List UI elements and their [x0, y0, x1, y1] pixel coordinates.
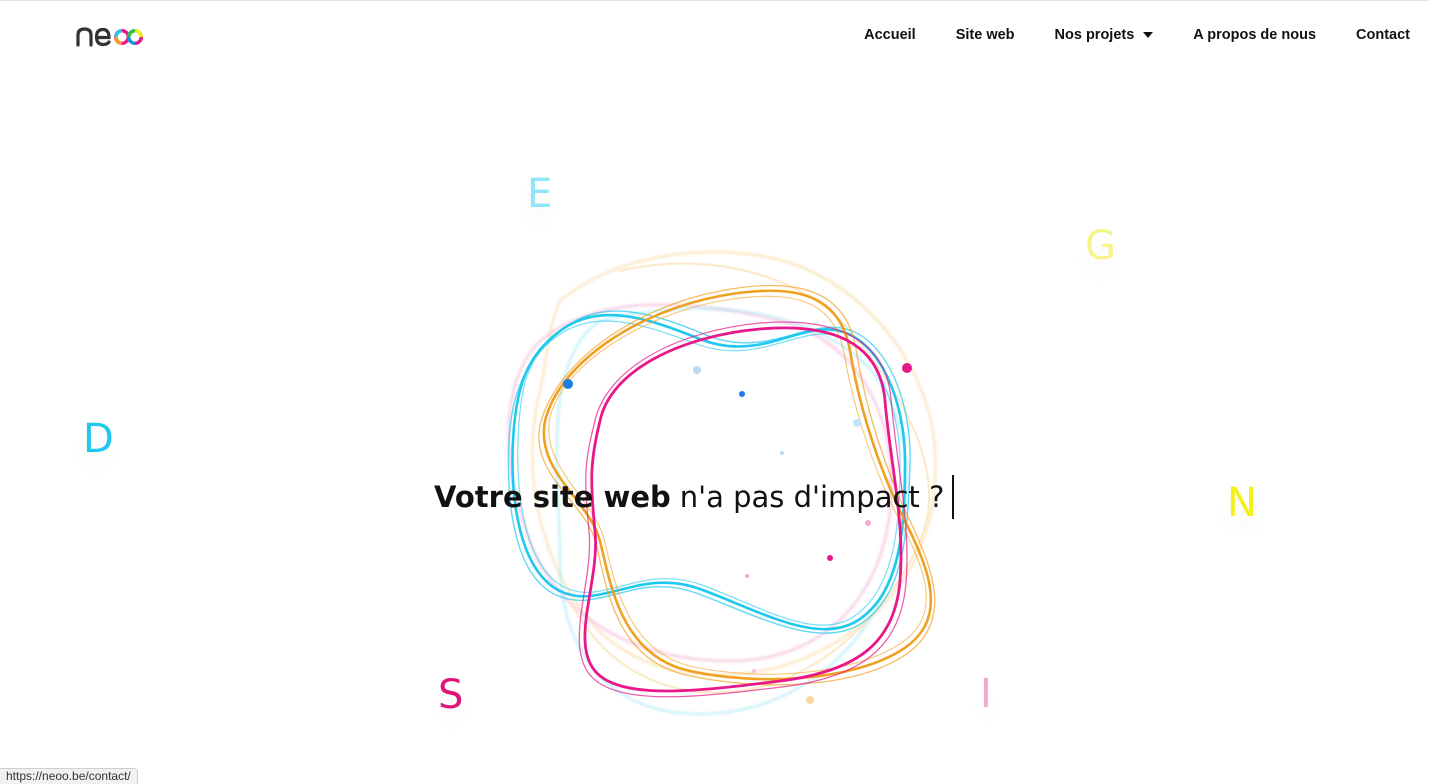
letter-g: G [1085, 226, 1116, 266]
hero-headline-bold: Votre site web [434, 480, 671, 514]
letter-d-char: D [83, 416, 114, 462]
ring-cyan-3 [517, 320, 901, 626]
page: Accueil Site web Nos projets A propos de… [0, 0, 1429, 784]
letter-n: N [1227, 483, 1257, 523]
letter-s: S [438, 675, 463, 715]
letter-n-char: N [1227, 480, 1257, 526]
letter-s-char: S [438, 672, 464, 718]
letter-d: D [83, 419, 114, 459]
typing-cursor [952, 475, 955, 519]
letter-i-char: I [980, 671, 992, 717]
hero-headline-light: n'a pas d'impact ? [679, 480, 945, 514]
status-bar-url: https://neoo.be/contact/ [0, 768, 138, 784]
ring-cyan-2 [507, 310, 911, 634]
letter-i: I [980, 674, 992, 714]
floating-dots [563, 363, 912, 704]
letter-e-char: E [527, 171, 553, 217]
hero-headline: Votre site web n'a pas d'impact ? [434, 475, 955, 519]
hero-rings-illustration [507, 250, 937, 715]
letter-e: E [527, 174, 552, 214]
letter-g-char: G [1085, 223, 1116, 269]
